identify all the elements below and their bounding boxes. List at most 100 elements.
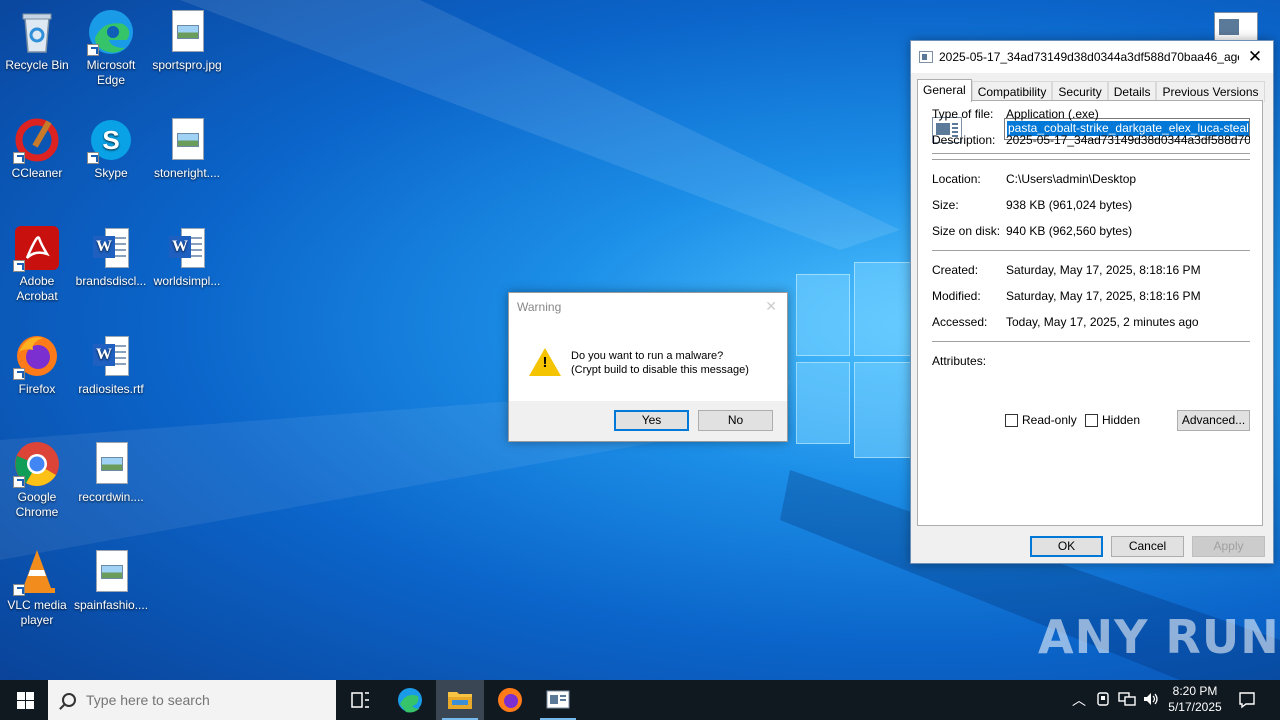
properties-window-title: 2025-05-17_34ad73149d38d0344a3df588d70ba…: [939, 50, 1239, 64]
read-only-label: Read-only: [1022, 413, 1077, 427]
close-icon[interactable]: ✕: [1245, 47, 1265, 67]
description-label: Description:: [932, 133, 996, 147]
word-document-icon: W: [87, 224, 135, 272]
volume-icon[interactable]: [1142, 691, 1160, 710]
ccleaner-icon: [13, 116, 61, 164]
network-icon[interactable]: [1118, 691, 1136, 710]
windows-logo-wallpaper: [796, 256, 912, 462]
task-view-icon: [351, 692, 369, 708]
desktop-icon-adobe-acrobat[interactable]: Adobe Acrobat: [0, 224, 74, 304]
desktop-icon-spainfashio[interactable]: spainfashio....: [74, 548, 148, 613]
clock-date: 5/17/2025: [1168, 700, 1222, 714]
desktop-icon-stoneright[interactable]: stoneright....: [150, 116, 224, 181]
warning-dialog-title: Warning: [509, 293, 787, 321]
properties-titlebar: 2025-05-17_34ad73149d38d0344a3df588d70ba…: [911, 41, 1273, 73]
desktop-icon-vlc[interactable]: VLC media player: [0, 548, 74, 628]
yes-button[interactable]: Yes: [614, 410, 689, 431]
tab-previous-versions[interactable]: Previous Versions: [1156, 81, 1265, 102]
read-only-checkbox[interactable]: Read-only: [1005, 413, 1077, 427]
desktop-icon-firefox[interactable]: Firefox: [0, 332, 74, 397]
search-icon: [62, 693, 76, 707]
cancel-button[interactable]: Cancel: [1111, 536, 1184, 557]
size-on-disk-label: Size on disk:: [932, 224, 1001, 238]
desktop-icon-recycle-bin[interactable]: Recycle Bin: [0, 8, 74, 73]
image-file-icon: [163, 8, 211, 56]
divider: [932, 250, 1250, 251]
hidden-checkbox[interactable]: Hidden: [1085, 413, 1140, 427]
skype-icon: S: [87, 116, 135, 164]
no-button[interactable]: No: [698, 410, 773, 431]
location-value: C:\Users\admin\Desktop: [1006, 172, 1137, 186]
tab-general[interactable]: General: [917, 79, 972, 102]
image-file-icon: [163, 116, 211, 164]
tab-details[interactable]: Details: [1107, 81, 1157, 102]
vlc-cone-icon: [13, 548, 61, 596]
warning-dialog-body: ! Do you want to run a malware? (Crypt b…: [509, 321, 787, 401]
clock-time: 8:20 PM: [1172, 684, 1218, 698]
accessed-value: Today, May 17, 2025, 2 minutes ago: [1006, 315, 1199, 329]
taskbar-firefox[interactable]: [486, 680, 534, 720]
chrome-icon: [13, 440, 61, 488]
taskbar-edge[interactable]: [386, 680, 434, 720]
modified-value: Saturday, May 17, 2025, 8:18:16 PM: [1006, 289, 1201, 303]
checkbox-box[interactable]: [1085, 413, 1098, 427]
created-value: Saturday, May 17, 2025, 8:18:16 PM: [1006, 263, 1201, 277]
notification-icon[interactable]: [1238, 691, 1256, 712]
word-document-icon: W: [87, 332, 135, 380]
image-file-icon: [87, 548, 135, 596]
edge-icon: [398, 688, 422, 713]
divider: [932, 159, 1250, 160]
divider: [932, 341, 1250, 342]
firefox-icon: [13, 332, 61, 380]
size-label: Size:: [932, 198, 959, 212]
taskbar-file-explorer[interactable]: [436, 680, 484, 720]
shortcut-arrow-icon: [13, 368, 25, 380]
device-icon[interactable]: [1096, 691, 1110, 710]
desktop-icon-google-chrome[interactable]: Google Chrome: [0, 440, 74, 520]
tab-compatibility[interactable]: Compatibility: [971, 81, 1053, 102]
desktop-icon-radiosites[interactable]: W radiosites.rtf: [74, 332, 148, 397]
edge-icon: [87, 8, 135, 56]
accessed-label: Accessed:: [932, 315, 988, 329]
folder-icon: [448, 692, 472, 709]
size-on-disk-value: 940 KB (962,560 bytes): [1006, 224, 1133, 238]
task-view-button[interactable]: [336, 680, 384, 720]
general-tab-panel: pasta_cobalt-strike_darkgate_elex_luca-s…: [917, 100, 1263, 526]
search-input[interactable]: [86, 692, 326, 708]
modified-label: Modified:: [932, 289, 981, 303]
shortcut-arrow-icon: [13, 476, 25, 488]
warning-dialog: Warning ✕ ! Do you want to run a malware…: [508, 292, 788, 442]
ok-button[interactable]: OK: [1030, 536, 1103, 557]
system-clock[interactable]: 8:20 PM 5/17/2025: [1162, 683, 1228, 715]
desktop-icon-ccleaner[interactable]: CCleaner: [0, 116, 74, 181]
checkbox-box[interactable]: [1005, 413, 1018, 427]
application-file-icon: [919, 51, 933, 63]
acrobat-icon: [13, 224, 61, 272]
size-value: 938 KB (961,024 bytes): [1006, 198, 1133, 212]
chevron-up-icon[interactable]: ︿: [1072, 690, 1086, 710]
apply-button[interactable]: Apply: [1192, 536, 1265, 557]
desktop-icon-worldsimpl[interactable]: W worldsimpl...: [150, 224, 224, 289]
advanced-button[interactable]: Advanced...: [1177, 410, 1250, 431]
taskbar-search-box[interactable]: [48, 680, 336, 720]
type-of-file-value: Application (.exe): [1006, 107, 1099, 121]
desktop-icon-brandsdiscl[interactable]: W brandsdiscl...: [74, 224, 148, 289]
properties-tabs: General Compatibility Security Details P…: [917, 79, 1265, 102]
tab-security[interactable]: Security: [1052, 81, 1108, 102]
anyrun-watermark: ANY RUN: [1038, 610, 1280, 664]
file-properties-dialog: 2025-05-17_34ad73149d38d0344a3df588d70ba…: [910, 40, 1274, 564]
image-file-icon: [87, 440, 135, 488]
shortcut-arrow-icon: [13, 152, 25, 164]
divider: [932, 153, 1250, 154]
desktop-icon-sportspro[interactable]: sportspro.jpg: [150, 8, 224, 73]
taskbar-application[interactable]: [534, 680, 582, 720]
location-label: Location:: [932, 172, 981, 186]
close-icon[interactable]: ✕: [765, 298, 777, 315]
shortcut-arrow-icon: [87, 152, 99, 164]
desktop-icon-edge[interactable]: Microsoft Edge: [74, 8, 148, 88]
description-value: 2025-05-17_34ad73149d38d0344a3df588d70ba…: [1006, 133, 1250, 147]
desktop-icon-skype[interactable]: S Skype: [74, 116, 148, 181]
shortcut-arrow-icon: [87, 44, 99, 56]
start-button[interactable]: [0, 680, 48, 720]
desktop-icon-recordwin[interactable]: recordwin....: [74, 440, 148, 505]
